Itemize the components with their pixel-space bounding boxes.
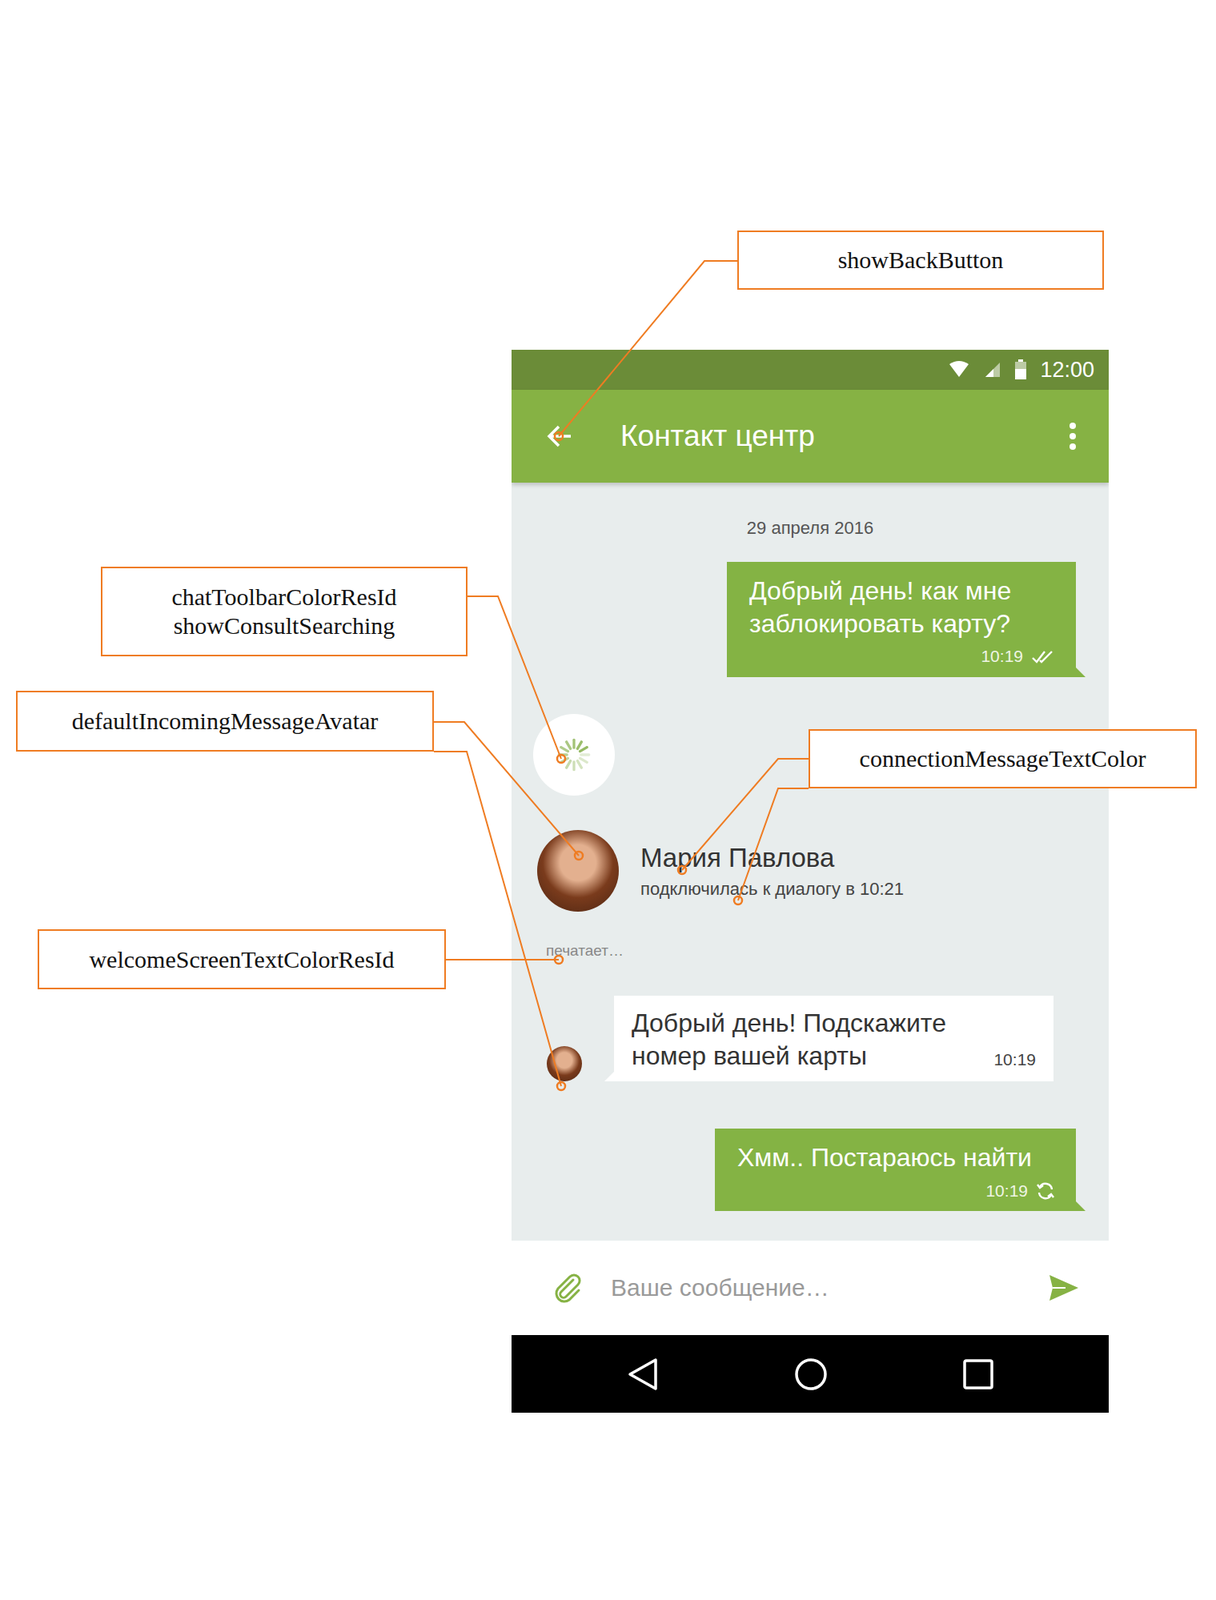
- chat-area: 29 апреля 2016 Добрый день! как мне забло…: [511, 482, 1109, 1241]
- annotation-callout: chatToolbarColorResIdshowConsultSearchin…: [100, 566, 468, 657]
- message-text: Добрый день! Подскажите номер вашей карт…: [631, 1007, 981, 1072]
- paperclip-icon[interactable]: [551, 1272, 584, 1305]
- outgoing-message: Хмм.. Постараюсь найти 10:19: [714, 1128, 1076, 1212]
- annotation-label: chatToolbarColorResId: [171, 582, 397, 612]
- double-check-icon-svg: [1031, 650, 1056, 665]
- consultant-search-spinner: [533, 714, 615, 796]
- typing-indicator: печатает…: [545, 941, 1109, 961]
- annotation-label: welcomeScreenTextColorResId: [88, 945, 394, 975]
- incoming-message-row: Добрый день! Подскажите номер вашей карт…: [511, 995, 1109, 1082]
- annotation-callout: welcomeScreenTextColorResId: [37, 929, 446, 990]
- phone-screen: 12:00 Контакт центр 29 апреля 2016 Добрый д…: [511, 349, 1109, 1413]
- loading-spinner-icon: [556, 737, 592, 773]
- annotation-callout: defaultIncomingMessageAvatar: [16, 690, 434, 752]
- send-icon-svg: [1047, 1273, 1080, 1303]
- battery-icon: [1014, 359, 1028, 381]
- message-meta: 10:19: [737, 1180, 1056, 1203]
- double-check-icon: [1031, 650, 1056, 665]
- nav-home-icon[interactable]: [794, 1357, 828, 1392]
- annotation-label: showBackButton: [838, 245, 1004, 275]
- outgoing-message: Добрый день! как мне заблокировать карту…: [726, 561, 1076, 678]
- signal-icon-svg: [982, 361, 1002, 379]
- consultant-joined: Мария Павлова подключилась к диалогу в 10…: [537, 830, 1109, 912]
- send-icon[interactable]: [1047, 1273, 1080, 1303]
- nav-back-icon-svg: [626, 1356, 659, 1393]
- incoming-avatar: [546, 1046, 582, 1082]
- annotation-label: showConsultSearching: [173, 611, 396, 641]
- annotation-label: connectionMessageTextColor: [859, 744, 1147, 774]
- message-meta: 10:19: [749, 646, 1056, 668]
- nav-back-icon[interactable]: [626, 1356, 659, 1393]
- message-input-bar: [511, 1240, 1109, 1336]
- message-text: Добрый день! как мне заблокировать карту…: [749, 574, 1056, 640]
- chat-date: 29 апреля 2016: [511, 516, 1109, 541]
- annotation-label: defaultIncomingMessageAvatar: [72, 706, 379, 736]
- sending-refresh-icon: [1035, 1181, 1056, 1201]
- message-text: Хмм.. Постараюсь найти: [737, 1141, 1056, 1175]
- nav-recents-icon[interactable]: [963, 1359, 994, 1390]
- more-menu-icon-svg: [1068, 421, 1077, 451]
- annotation-callout: showBackButton: [737, 230, 1104, 290]
- nav-home-icon-svg: [794, 1357, 828, 1392]
- sending-refresh-icon-svg: [1035, 1181, 1056, 1201]
- paperclip-icon-svg: [551, 1272, 584, 1305]
- toolbar-title: Контакт центр: [620, 419, 1069, 454]
- wifi-icon-svg: [948, 361, 970, 379]
- annotation-callout: connectionMessageTextColor: [808, 729, 1197, 789]
- loading-spinner-icon-svg: [556, 737, 592, 773]
- consultant-joined-text: подключилась к диалогу в 10:21: [640, 878, 904, 900]
- nav-recents-icon-svg: [963, 1359, 994, 1390]
- consultant-name: Мария Павлова: [640, 842, 904, 875]
- message-time: 10:19: [980, 646, 1024, 668]
- chat-toolbar: Контакт центр: [511, 389, 1109, 483]
- battery-icon-svg: [1014, 359, 1028, 381]
- consultant-avatar: [537, 830, 619, 912]
- back-arrow-icon-svg: [546, 424, 573, 449]
- more-menu-icon[interactable]: [1068, 421, 1077, 451]
- back-arrow-icon[interactable]: [546, 424, 573, 449]
- navigation-bar: [511, 1335, 1109, 1413]
- message-time: 10:19: [985, 1180, 1028, 1203]
- message-input[interactable]: [609, 1273, 1048, 1303]
- wifi-icon: [948, 361, 970, 379]
- signal-icon: [982, 361, 1002, 379]
- incoming-message: Добрый день! Подскажите номер вашей карт…: [614, 995, 1054, 1082]
- status-time: 12:00: [1039, 357, 1095, 383]
- message-time: 10:19: [993, 1049, 1036, 1073]
- consultant-info: Мария Павлова подключилась к диалогу в 10…: [640, 842, 904, 900]
- status-bar: 12:00: [511, 349, 1109, 390]
